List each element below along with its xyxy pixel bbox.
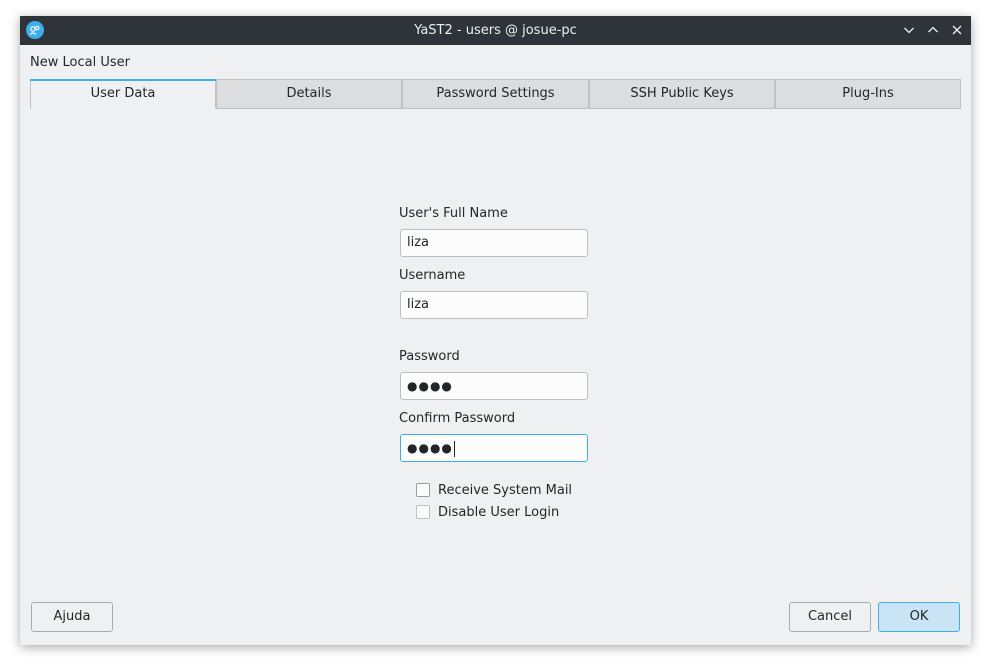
full-name-label: User's Full Name [399,206,508,221]
receive-system-mail-row[interactable]: Receive System Mail [416,481,572,499]
maximize-icon[interactable] [924,21,942,39]
help-button[interactable]: Ajuda [31,602,113,632]
confirm-password-label: Confirm Password [399,411,516,426]
tab-password-settings[interactable]: Password Settings [402,79,589,109]
tab-ssh-public-keys[interactable]: SSH Public Keys [589,79,775,109]
disable-user-login-row[interactable]: Disable User Login [416,503,559,521]
close-icon[interactable] [948,21,966,39]
receive-system-mail-checkbox[interactable] [416,483,430,497]
window-title: YaST2 - users @ josue-pc [414,23,577,38]
title-bar[interactable]: YaST2 - users @ josue-pc [20,16,971,45]
username-field[interactable]: liza [400,291,588,319]
password-label: Password [399,349,460,364]
text-caret [453,440,455,457]
confirm-password-field[interactable]: ●●●● [400,434,588,462]
cancel-button[interactable]: Cancel [789,602,871,632]
ok-button[interactable]: OK [878,602,960,632]
tab-bar: User Data Details Password Settings SSH … [30,79,961,109]
full-name-field[interactable]: liza [400,229,588,257]
confirm-password-value: ●●●● [407,441,453,455]
dialog-caption: New Local User [30,55,130,70]
tab-details[interactable]: Details [216,79,402,109]
tab-plug-ins[interactable]: Plug-Ins [775,79,961,109]
disable-user-login-label: Disable User Login [438,504,560,520]
username-label: Username [399,268,466,283]
minimize-icon[interactable] [900,21,918,39]
yast-window: YaST2 - users @ josue-pc New Local User … [20,16,971,645]
password-field[interactable]: ●●●● [400,372,588,400]
tab-user-data[interactable]: User Data [30,79,216,109]
disable-user-login-checkbox[interactable] [416,505,430,519]
receive-system-mail-label: Receive System Mail [438,482,573,498]
